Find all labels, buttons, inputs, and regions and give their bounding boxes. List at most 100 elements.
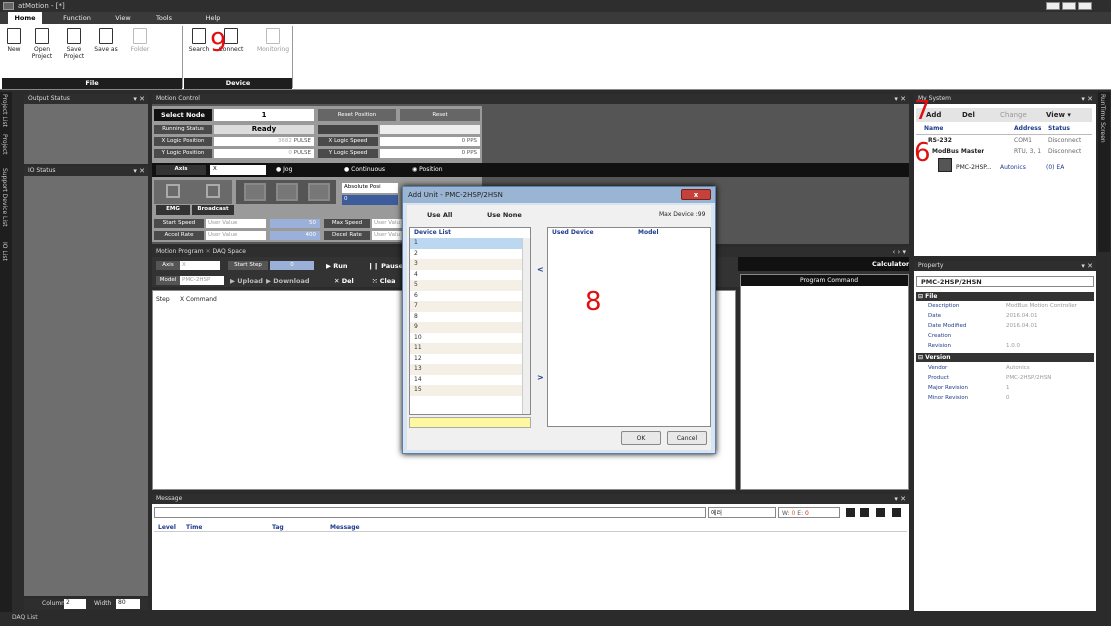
move-left-button[interactable]: < <box>537 265 544 274</box>
node-field[interactable]: 1 <box>214 109 314 121</box>
panel-controls[interactable]: ▾ ✕ <box>133 94 145 104</box>
tab-project[interactable]: Project <box>1 134 8 155</box>
upload-button[interactable]: ▶ Upload <box>230 277 263 285</box>
absolute-position-select[interactable]: Absolute Posi <box>342 183 398 193</box>
panel-controls[interactable]: ▾ ✕ <box>133 166 145 176</box>
axis-select[interactable]: X <box>210 165 266 175</box>
minimize-button[interactable] <box>1046 2 1060 10</box>
pause-log-icon[interactable] <box>892 508 901 517</box>
jog-radio[interactable]: ● Jog <box>276 166 292 173</box>
right-arrow-icon[interactable] <box>308 183 330 201</box>
device-list-item[interactable]: 14 <box>410 374 530 385</box>
calculator-button[interactable]: Calculator <box>872 260 909 268</box>
search-button[interactable]: Search <box>186 24 212 53</box>
device-filter-input[interactable] <box>409 417 531 428</box>
accel-rate-input[interactable]: 400 <box>270 231 320 240</box>
tab-runtime-screen[interactable]: RunTime Screen <box>1099 94 1106 143</box>
tab-daq-space[interactable]: DAQ Space <box>212 248 245 255</box>
tab-project-list[interactable]: Project List <box>1 94 8 127</box>
new-button[interactable]: New <box>2 24 26 53</box>
device-list-scrollbar[interactable] <box>522 238 530 414</box>
delete-button[interactable]: ✕ Del <box>334 277 354 285</box>
reset-position-button[interactable]: Reset Position <box>318 109 396 121</box>
start-step-input[interactable]: 0 <box>270 261 314 270</box>
use-all-button[interactable]: Use All <box>427 211 452 219</box>
position-radio[interactable]: ◉ Position <box>412 166 443 173</box>
accel-rate-select[interactable]: User Value <box>206 231 266 240</box>
tab-io-list[interactable]: IO List <box>1 242 8 261</box>
stop-icon[interactable] <box>166 184 180 198</box>
rs232-row[interactable]: RS-232 <box>928 137 952 144</box>
panel-controls[interactable]: ▾ ✕ <box>894 494 906 504</box>
device-list-item[interactable]: 3 <box>410 259 530 270</box>
tab-home[interactable]: Home <box>8 12 42 24</box>
download-button[interactable]: ▶ Download <box>266 277 310 285</box>
tab-motion-program[interactable]: Motion Program <box>156 248 204 255</box>
play-icon[interactable] <box>206 184 220 198</box>
device-list-item[interactable]: 7 <box>410 301 530 312</box>
max-speed-select[interactable]: User Valu <box>372 219 404 228</box>
tab-view[interactable]: View <box>110 12 136 24</box>
clear-button[interactable]: ⁙ Clea <box>372 277 396 285</box>
device-list-item[interactable]: 9 <box>410 322 530 333</box>
monitoring-button[interactable]: Monitoring <box>254 24 292 53</box>
save-as-button[interactable]: Save as <box>92 24 120 53</box>
panel-controls[interactable]: ▾ ✕ <box>894 94 906 104</box>
open-project-button[interactable]: Open Project <box>28 24 56 60</box>
use-none-button[interactable]: Use None <box>487 211 522 219</box>
run-button[interactable]: ▶ Run <box>326 262 348 270</box>
column-input[interactable]: 2 <box>64 599 86 609</box>
dialog-close-button[interactable]: x <box>681 189 711 200</box>
device-list-item[interactable]: 11 <box>410 343 530 354</box>
start-speed-input[interactable]: 50 <box>270 219 320 228</box>
left-arrow-icon[interactable] <box>244 183 266 201</box>
tab-function[interactable]: Function <box>58 12 96 24</box>
list-view-icon[interactable] <box>860 508 869 517</box>
message-search-input[interactable] <box>154 507 706 518</box>
panel-controls[interactable]: ‹ › ▾ <box>892 247 906 257</box>
decel-rate-select[interactable]: User Valu <box>372 231 404 240</box>
restore-button[interactable] <box>1062 2 1076 10</box>
folder-button[interactable]: Folder <box>126 24 154 53</box>
absolute-position-input[interactable]: 0 <box>342 195 398 205</box>
daq-list-tab[interactable]: DAQ List <box>12 614 38 621</box>
close-button[interactable] <box>1078 2 1092 10</box>
model-select[interactable]: PMC-2HSP <box>180 276 224 285</box>
continuous-radio[interactable]: ● Continuous <box>344 166 385 173</box>
emg-button[interactable]: EMG <box>156 205 190 215</box>
grid-view-icon[interactable] <box>876 508 885 517</box>
device-list-item[interactable]: 2 <box>410 248 530 259</box>
message-filter-select[interactable]: 에러 <box>708 507 776 518</box>
save-project-button[interactable]: Save Project <box>60 24 88 60</box>
tab-help[interactable]: Help <box>200 12 226 24</box>
device-list-item[interactable]: 12 <box>410 353 530 364</box>
device-list-item[interactable]: 10 <box>410 332 530 343</box>
device-list-item[interactable]: 15 <box>410 385 530 396</box>
pmc-row[interactable]: PMC-2HSP... <box>956 164 992 171</box>
reset-button[interactable]: Reset <box>400 109 480 121</box>
tab-support-device-list[interactable]: Support Device List <box>1 168 8 227</box>
device-list-item[interactable]: 5 <box>410 280 530 291</box>
stop-square-icon[interactable] <box>276 183 298 201</box>
panel-controls[interactable]: ▾ ✕ <box>1081 94 1093 104</box>
tab-tools[interactable]: Tools <box>150 12 178 24</box>
device-list-item[interactable]: 1 <box>410 238 530 249</box>
device-list-item[interactable]: 8 <box>410 311 530 322</box>
cancel-button[interactable]: Cancel <box>667 431 707 445</box>
broadcast-button[interactable]: Broadcast <box>192 205 234 215</box>
program-axis-select[interactable]: X <box>180 261 220 270</box>
view-menu[interactable]: View ▾ <box>1046 111 1071 119</box>
change-button[interactable]: Change <box>1000 111 1027 119</box>
device-list-item[interactable]: 6 <box>410 290 530 301</box>
pause-button[interactable]: ❙❙ Pause <box>368 262 403 270</box>
move-right-button[interactable]: > <box>537 373 544 382</box>
del-button[interactable]: Del <box>962 111 975 119</box>
modbus-row[interactable]: ModBus Master <box>932 148 984 155</box>
ok-button[interactable]: OK <box>621 431 661 445</box>
start-speed-select[interactable]: User Value <box>206 219 266 228</box>
device-list-item[interactable]: 4 <box>410 269 530 280</box>
device-list-item[interactable]: 13 <box>410 364 530 375</box>
width-input[interactable]: 80 <box>116 599 140 609</box>
filter-icon[interactable] <box>846 508 855 517</box>
panel-controls[interactable]: ▾ ✕ <box>1081 261 1093 271</box>
